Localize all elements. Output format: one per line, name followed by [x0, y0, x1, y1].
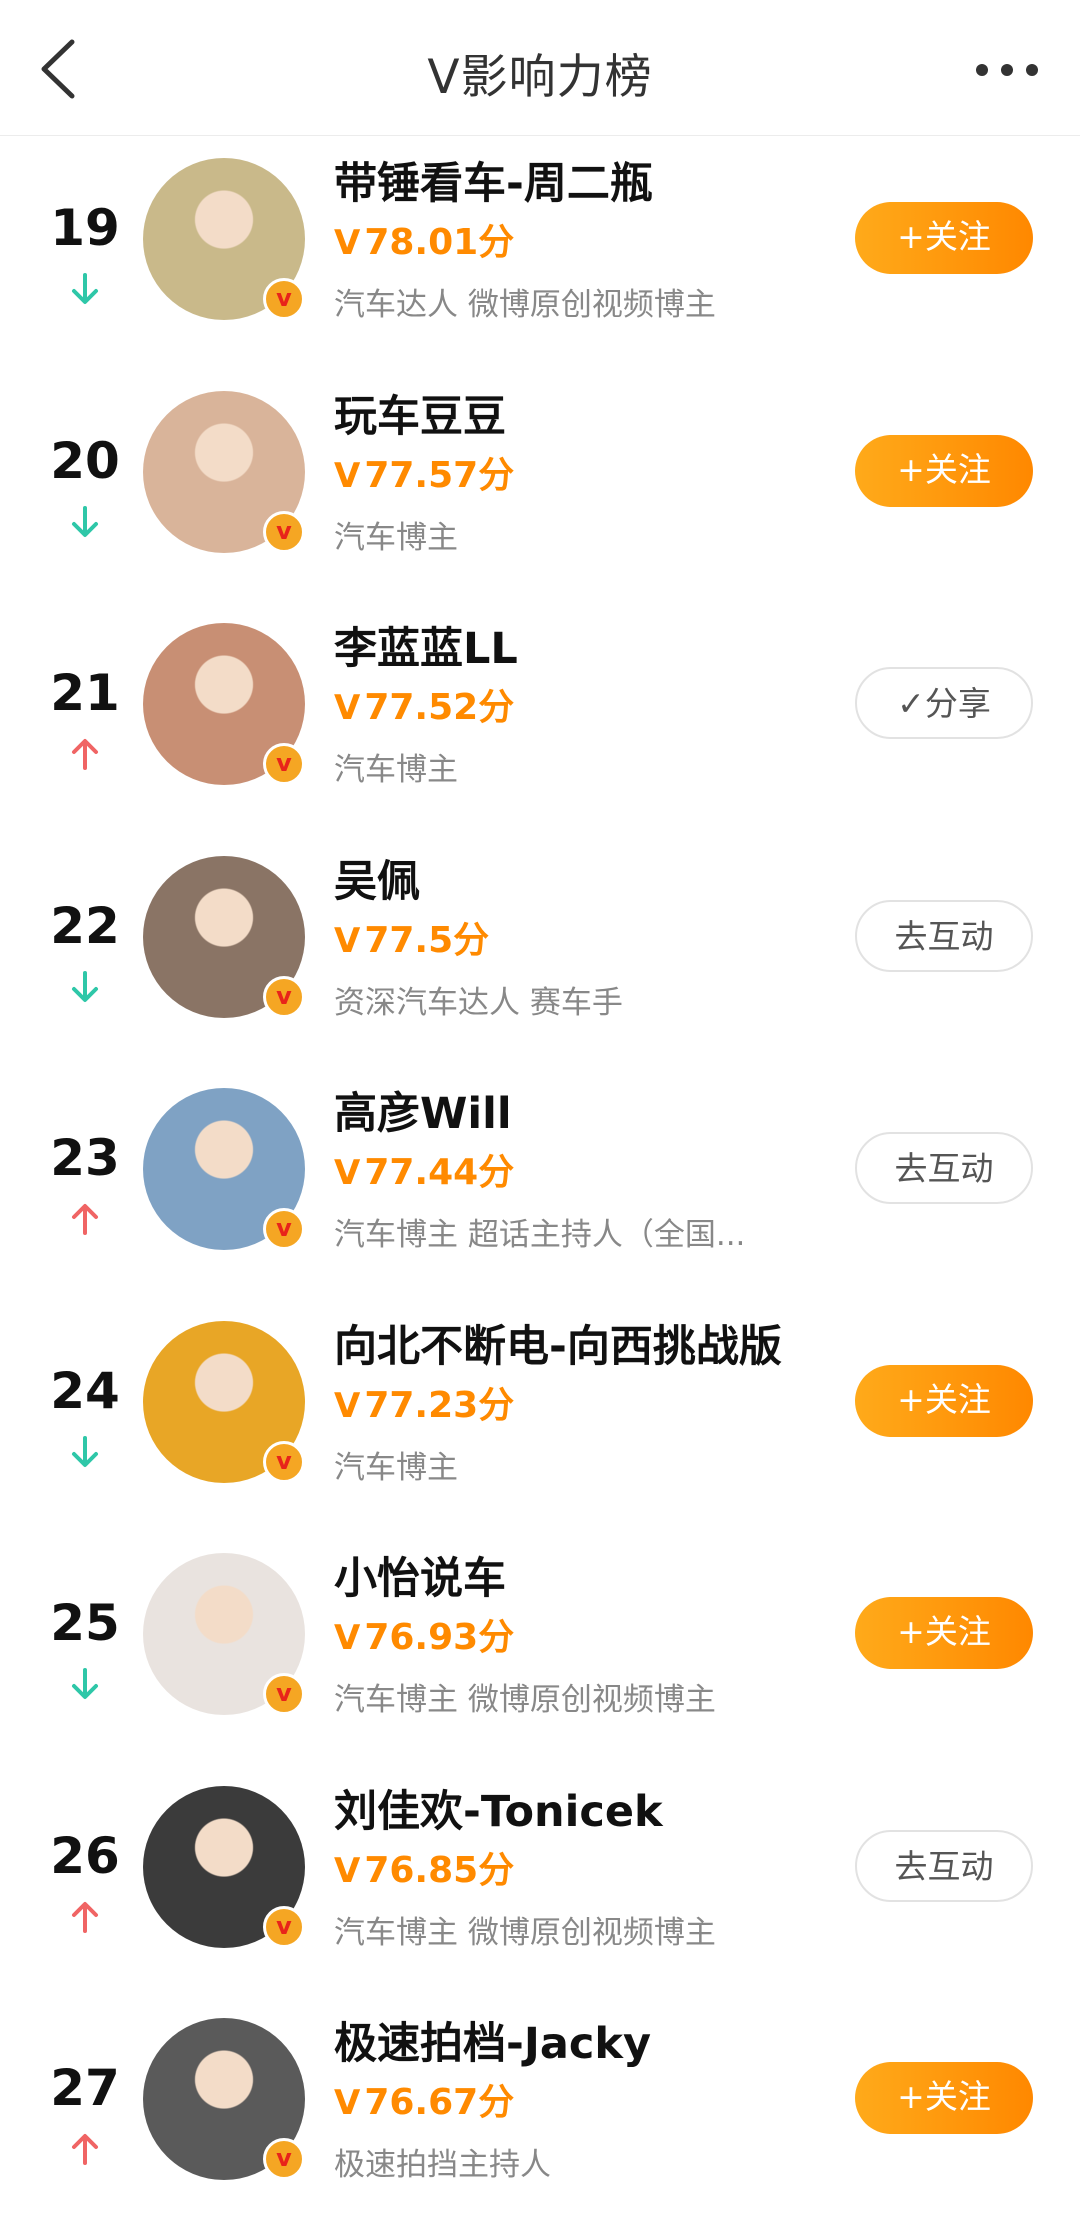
verified-v-icon: v [263, 2138, 305, 2180]
score-value: 76.85分 [364, 1849, 515, 1891]
score-value: 77.23分 [364, 1384, 515, 1426]
list-item[interactable]: 24 v 向北不断电-向西挑战版 V 77.23分 汽车博主 +关注 [0, 1300, 1080, 1532]
trend-down-icon [72, 273, 98, 304]
rank-number: 19 [50, 199, 120, 257]
user-name[interactable]: 吴佩 [334, 847, 420, 909]
interact-button[interactable]: 去互动 [855, 899, 1033, 972]
trend-up-icon [72, 1901, 98, 1933]
page-title: V影响力榜 [427, 50, 653, 105]
rank-number: 23 [50, 1129, 120, 1187]
list-item[interactable]: 22 v 吴佩 V 77.5分 资深汽车达人 赛车手 去互动 [0, 835, 1080, 1067]
score-v-icon: V [334, 920, 361, 961]
user-description: 汽车达人 微博原创视频博主 [334, 287, 716, 323]
score-v-icon: V [334, 1153, 361, 1193]
user-description: 汽车博主 超话主持人（全国... [334, 1217, 746, 1253]
list-item[interactable]: 23 v 高彦Will V 77.44分 汽车博主 超话主持人（全国... 去互动 [0, 1067, 1080, 1299]
rank-number: 27 [50, 2059, 120, 2117]
verified-v-icon: v [263, 1440, 305, 1483]
score-v-icon: V [334, 688, 361, 728]
verified-v-icon: v [263, 1673, 305, 1715]
more-options-button[interactable] [972, 50, 1042, 90]
score-value: 77.57分 [364, 454, 515, 496]
rank-number: 24 [50, 1361, 120, 1420]
score-v-icon: V [334, 223, 361, 263]
influence-score: V 77.5分 [334, 911, 489, 963]
rank-number: 22 [50, 896, 120, 955]
user-description: 汽车博主 微博原创视频博主 [334, 1914, 716, 1951]
verified-v-icon: v [263, 1208, 305, 1250]
list-item[interactable]: 19 v 带锤看车-周二瓶 V 78.01分 汽车达人 微博原创视频博主 +关注 [0, 137, 1080, 369]
score-value: 76.93分 [364, 1617, 515, 1658]
user-name[interactable]: 玩车豆豆 [334, 382, 506, 444]
influence-score: V 77.23分 [334, 1376, 514, 1428]
verified-v-icon: v [263, 1905, 305, 1948]
score-v-icon: V [334, 1618, 361, 1658]
trend-down-icon [72, 505, 98, 537]
influence-score: V 76.67分 [334, 2073, 514, 2125]
list-item[interactable]: 26 v 刘佳欢-Tonicek V 76.85分 汽车博主 微博原创视频博主 去互动 [0, 1765, 1080, 1997]
score-value: 77.5分 [364, 919, 490, 961]
user-description: 汽车博主 微博原创视频博主 [334, 1682, 716, 1718]
verified-v-icon: v [263, 278, 305, 320]
user-name[interactable]: 极速拍档-Jacky [334, 2009, 651, 2071]
user-name[interactable]: 小怡说车 [334, 1544, 506, 1606]
influence-score: V 76.85分 [334, 1841, 514, 1893]
follow-button[interactable]: +关注 [855, 202, 1033, 274]
user-description: 汽车博主 [334, 752, 458, 788]
interact-button[interactable]: 去互动 [855, 1132, 1033, 1204]
user-name[interactable]: 刘佳欢-Tonicek [334, 1777, 663, 1839]
verified-v-icon: v [263, 975, 305, 1018]
user-name[interactable]: 李蓝蓝LL [334, 614, 518, 676]
influence-score: V 77.52分 [334, 678, 514, 730]
score-v-icon: V [334, 455, 361, 496]
verified-v-icon: v [263, 743, 305, 785]
follow-button[interactable]: +关注 [855, 1597, 1033, 1669]
trend-down-icon [72, 1435, 98, 1467]
user-description: 汽车博主 [334, 1449, 458, 1486]
user-description: 汽车博主 [334, 519, 458, 556]
rank-number: 20 [50, 431, 120, 490]
trend-down-icon [72, 1668, 98, 1699]
list-item[interactable]: 21 v 李蓝蓝LL V 77.52分 汽车博主 ✓分享 [0, 602, 1080, 834]
trend-down-icon [72, 970, 98, 1002]
score-v-icon: V [334, 2083, 361, 2123]
influence-score: V 76.93分 [334, 1608, 514, 1660]
score-v-icon: V [334, 1385, 361, 1426]
influence-score: V 77.57分 [334, 446, 514, 498]
user-name[interactable]: 带锤看车-周二瓶 [334, 149, 653, 211]
follow-button[interactable]: +关注 [855, 434, 1033, 507]
trend-up-icon [72, 1204, 98, 1235]
trend-up-icon [72, 2134, 98, 2165]
influence-score: V 78.01分 [334, 213, 514, 265]
rank-number: 26 [50, 1826, 120, 1885]
follow-button[interactable]: +关注 [855, 1364, 1033, 1437]
score-value: 78.01分 [364, 222, 515, 263]
interact-button[interactable]: 去互动 [855, 1829, 1033, 1902]
user-name[interactable]: 高彦Will [334, 1079, 512, 1141]
follow-button[interactable]: +关注 [855, 2062, 1033, 2134]
share-button[interactable]: ✓分享 [855, 667, 1033, 739]
score-value: 77.52分 [364, 687, 515, 728]
influence-score: V 77.44分 [334, 1143, 514, 1195]
verified-v-icon: v [263, 510, 305, 553]
score-value: 77.44分 [364, 1152, 515, 1193]
score-v-icon: V [334, 1850, 361, 1891]
list-item[interactable]: 25 v 小怡说车 V 76.93分 汽车博主 微博原创视频博主 +关注 [0, 1532, 1080, 1764]
user-description: 极速拍挡主持人 [334, 2147, 551, 2183]
score-value: 76.67分 [364, 2082, 515, 2123]
list-item[interactable]: 27 v 极速拍档-Jacky V 76.67分 极速拍挡主持人 +关注 [0, 1997, 1080, 2229]
rank-number: 21 [50, 664, 120, 722]
list-item[interactable]: 20 v 玩车豆豆 V 77.57分 汽车博主 +关注 [0, 370, 1080, 602]
trend-up-icon [72, 739, 98, 770]
user-description: 资深汽车达人 赛车手 [334, 984, 623, 1021]
rank-number: 25 [50, 1594, 120, 1652]
top-bar: V影响力榜 [0, 0, 1080, 136]
user-name[interactable]: 向北不断电-向西挑战版 [334, 1312, 782, 1374]
